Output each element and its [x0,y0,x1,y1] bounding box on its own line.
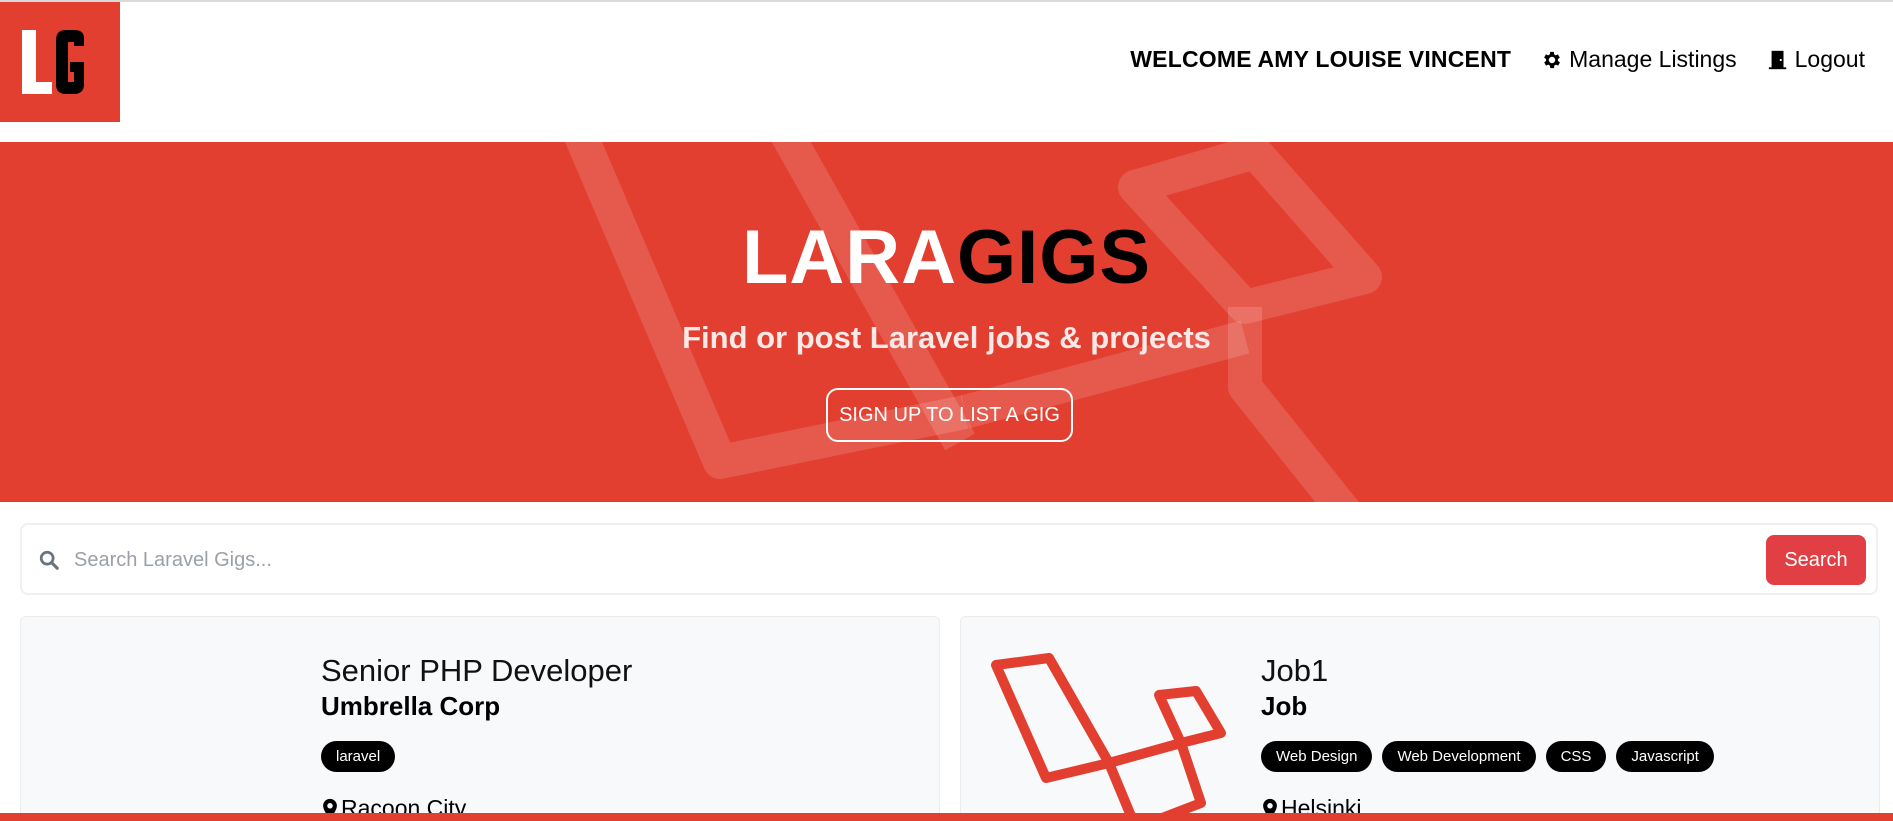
search-button[interactable]: Search [1766,535,1866,585]
hero-title-gigs: GIGS [957,215,1152,300]
manage-listings-label: Manage Listings [1569,46,1737,72]
welcome-text: WELCOME AMY LOUISE VINCENT [1130,46,1512,72]
tag-chip[interactable]: Web Design [1261,741,1373,772]
hero-title-lara: LARA [741,215,958,300]
hero-banner: LARAGIGS Find or post Laravel jobs & pro… [0,142,1893,502]
listing-company: Job [1261,691,1308,721]
listing-company: Umbrella Corp [321,691,501,721]
hero-subtitle: Find or post Laravel jobs & projects [682,320,1211,355]
tag-chip[interactable]: CSS [1545,741,1607,772]
navbar: WELCOME AMY LOUISE VINCENT Manage Listin… [0,2,1893,142]
logo-mark-icon [22,30,84,94]
listing-title[interactable]: Senior PHP Developer [321,653,632,689]
listing-tags: Web Design Web Development CSS Javascrip… [1261,741,1714,772]
search-icon [39,550,59,570]
search-input[interactable] [74,539,1774,581]
gear-icon [1544,51,1561,68]
tag-chip[interactable]: Javascript [1616,741,1714,772]
site-logo[interactable] [0,2,120,122]
door-icon [1768,50,1786,69]
listing-card: Senior PHP Developer Umbrella Corp larav… [20,616,940,821]
logout-label: Logout [1794,46,1865,72]
listing-title[interactable]: Job1 [1261,653,1328,689]
listing-card: Job1 Job Web Design Web Development CSS … [960,616,1880,821]
manage-listings-link[interactable]: Manage Listings [1541,46,1737,73]
nav-links: WELCOME AMY LOUISE VINCENT Manage Listin… [1130,46,1865,73]
tag-chip[interactable]: laravel [321,741,396,772]
laravel-logo-icon [991,653,1226,820]
hero-title: LARAGIGS [0,220,1893,296]
listing-tags: laravel [321,741,396,772]
search-form: Search [20,523,1878,595]
footer-bar [0,813,1893,821]
tag-chip[interactable]: Web Development [1382,741,1536,772]
signup-button[interactable]: SIGN UP TO LIST A GIG [826,388,1073,442]
logout-link[interactable]: Logout [1767,46,1865,73]
